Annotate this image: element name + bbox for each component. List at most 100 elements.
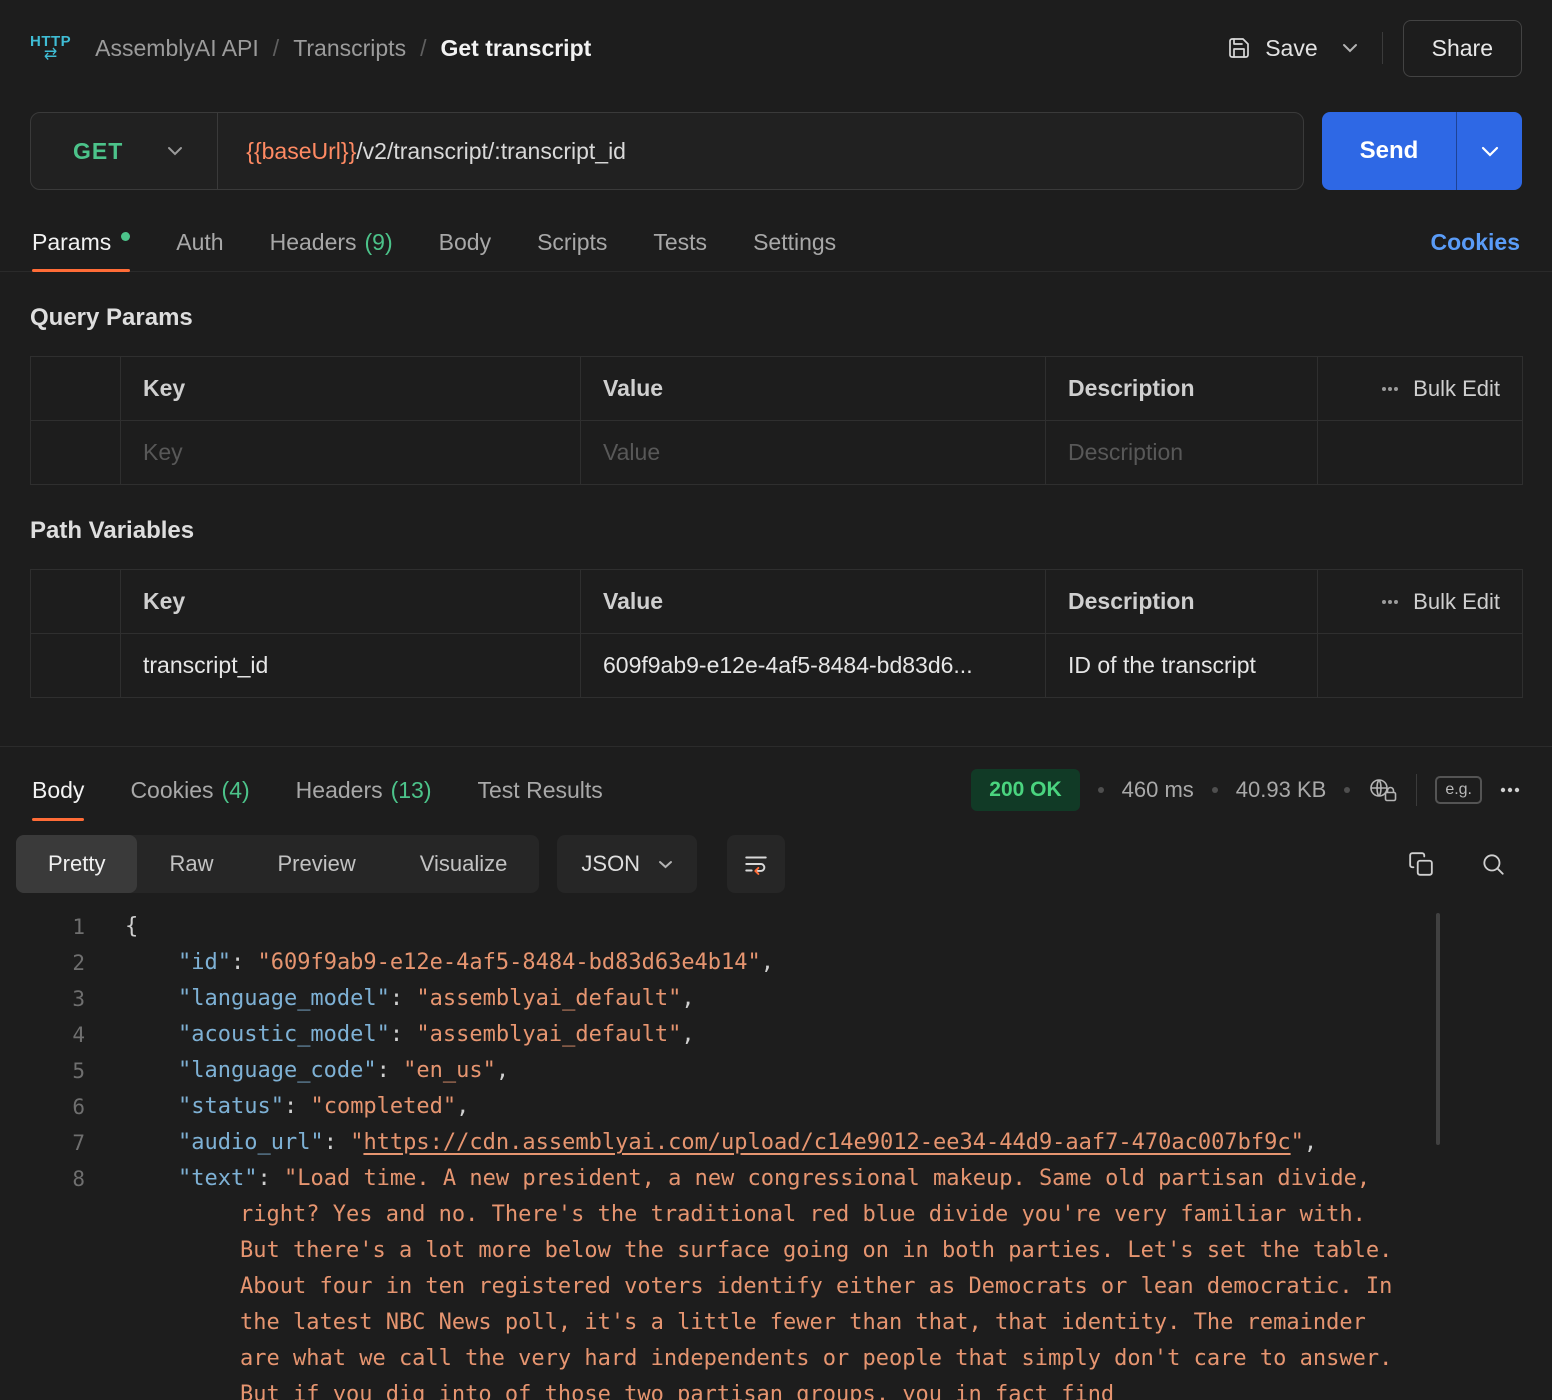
value-input[interactable]: Value bbox=[581, 421, 1046, 485]
network-globe-lock-icon[interactable] bbox=[1368, 777, 1398, 803]
meta-dot-separator bbox=[1212, 787, 1218, 793]
bulk-edit-cell: Bulk Edit bbox=[1318, 570, 1523, 634]
search-response-icon[interactable] bbox=[1480, 851, 1506, 877]
response-tab-headers-label: Headers bbox=[296, 777, 383, 804]
description-input[interactable]: ID of the transcript bbox=[1046, 634, 1318, 698]
wrap-line-icon bbox=[743, 851, 769, 877]
code-line-text: "acoustic_model": "assemblyai_default", bbox=[125, 1017, 695, 1053]
row-actions bbox=[1318, 421, 1523, 485]
line-number: 5 bbox=[0, 1053, 85, 1089]
key-input[interactable]: Key bbox=[121, 421, 581, 485]
value-input[interactable]: 609f9ab9-e12e-4af5-8484-bd83d6... bbox=[581, 634, 1046, 698]
response-tab-test-results[interactable]: Test Results bbox=[478, 747, 603, 833]
tab-params-label: Params bbox=[32, 229, 111, 256]
format-chevron-down-icon bbox=[658, 860, 673, 869]
response-tab-body-label: Body bbox=[32, 777, 84, 804]
format-dropdown-label: JSON bbox=[581, 851, 640, 877]
breadcrumb-separator: / bbox=[420, 35, 426, 62]
bulk-edit-label: Bulk Edit bbox=[1413, 589, 1500, 615]
line-number: 3 bbox=[0, 981, 85, 1017]
tab-tests[interactable]: Tests bbox=[653, 214, 707, 271]
breadcrumb-folder[interactable]: Transcripts bbox=[293, 35, 406, 62]
line-number: 4 bbox=[0, 1017, 85, 1053]
description-input[interactable]: Description bbox=[1046, 421, 1318, 485]
response-toolbar: Pretty Raw Preview Visualize JSON bbox=[0, 835, 1552, 893]
view-preview-button[interactable]: Preview bbox=[245, 835, 387, 893]
line-number: 7 bbox=[0, 1125, 85, 1161]
code-scrollbar-thumb[interactable] bbox=[1436, 913, 1440, 1145]
key-input[interactable]: transcript_id bbox=[121, 634, 581, 698]
copy-response-icon[interactable] bbox=[1408, 851, 1434, 877]
code-line-text: "id": "609f9ab9-e12e-4af5-8484-bd83d63e4… bbox=[125, 945, 774, 981]
code-line: 8 "text": "Load time. A new president, a… bbox=[0, 1161, 1552, 1400]
response-tab-cookies[interactable]: Cookies (4) bbox=[130, 747, 249, 833]
column-header-key: Key bbox=[121, 570, 581, 634]
bulk-edit-label: Bulk Edit bbox=[1413, 376, 1500, 402]
tab-settings[interactable]: Settings bbox=[753, 214, 836, 271]
method-chevron-down-icon bbox=[167, 146, 183, 156]
url-variable: {{baseUrl}} bbox=[246, 138, 356, 164]
share-button[interactable]: Share bbox=[1403, 20, 1522, 77]
request-tabs: Params Auth Headers (9) Body Scripts Tes… bbox=[0, 214, 1552, 272]
url-bar: GET {{baseUrl}}/v2/transcript/:transcrip… bbox=[30, 112, 1304, 190]
response-tab-headers[interactable]: Headers (13) bbox=[296, 747, 432, 833]
tab-body[interactable]: Body bbox=[439, 214, 491, 271]
format-dropdown[interactable]: JSON bbox=[557, 835, 697, 893]
code-lines: 1{2 "id": "609f9ab9-e12e-4af5-8484-bd83d… bbox=[0, 909, 1552, 1400]
request-url-row: GET {{baseUrl}}/v2/transcript/:transcrip… bbox=[30, 112, 1522, 190]
column-header-description: Description bbox=[1046, 357, 1318, 421]
method-dropdown[interactable]: GET bbox=[31, 113, 217, 189]
query-params-table: Key Value Description Bulk Edit Key Valu… bbox=[30, 356, 1523, 485]
tab-settings-label: Settings bbox=[753, 229, 836, 256]
http-request-icon: HTTP ⇄ bbox=[30, 34, 71, 63]
more-options-icon bbox=[1381, 599, 1399, 605]
table-header-row: Key Value Description Bulk Edit bbox=[31, 357, 1523, 421]
example-badge[interactable]: e.g. bbox=[1435, 776, 1482, 804]
save-options-chevron-down-icon[interactable] bbox=[1338, 37, 1362, 59]
view-visualize-button[interactable]: Visualize bbox=[388, 835, 540, 893]
view-pretty-button[interactable]: Pretty bbox=[16, 835, 137, 893]
more-options-icon bbox=[1381, 386, 1399, 392]
topbar: HTTP ⇄ AssemblyAI API / Transcripts / Ge… bbox=[0, 0, 1552, 96]
line-number: 1 bbox=[0, 909, 85, 945]
code-line-text: { bbox=[125, 909, 138, 945]
response-cookies-count: (4) bbox=[222, 777, 250, 804]
response-tab-body[interactable]: Body bbox=[32, 747, 84, 833]
view-raw-button[interactable]: Raw bbox=[137, 835, 245, 893]
response-more-options-icon[interactable] bbox=[1500, 787, 1520, 793]
bulk-edit-button[interactable]: Bulk Edit bbox=[1340, 376, 1500, 402]
breadcrumb-collection[interactable]: AssemblyAI API bbox=[95, 35, 259, 62]
query-params-title: Query Params bbox=[30, 304, 1522, 332]
row-handle-column bbox=[31, 570, 121, 634]
send-options-chevron-down-icon[interactable] bbox=[1456, 112, 1522, 190]
bulk-edit-button[interactable]: Bulk Edit bbox=[1340, 589, 1500, 615]
save-button[interactable]: Save bbox=[1227, 35, 1317, 62]
code-line-text: "text": "Load time. A new president, a n… bbox=[125, 1161, 1395, 1400]
send-button[interactable]: Send bbox=[1322, 112, 1456, 190]
tab-auth[interactable]: Auth bbox=[176, 214, 223, 271]
response-tab-test-results-label: Test Results bbox=[478, 777, 603, 804]
path-variable-row: transcript_id 609f9ab9-e12e-4af5-8484-bd… bbox=[31, 634, 1523, 698]
code-line-text: "language_model": "assemblyai_default", bbox=[125, 981, 695, 1017]
url-input[interactable]: {{baseUrl}}/v2/transcript/:transcript_id bbox=[218, 138, 626, 165]
tab-params[interactable]: Params bbox=[32, 214, 130, 271]
row-handle bbox=[31, 634, 121, 698]
response-body-code: 1{2 "id": "609f9ab9-e12e-4af5-8484-bd83d… bbox=[0, 909, 1552, 1400]
meta-dot-separator bbox=[1344, 787, 1350, 793]
code-line: 5 "language_code": "en_us", bbox=[0, 1053, 1552, 1089]
response-tabs: Body Cookies (4) Headers (13) Test Resul… bbox=[0, 747, 1552, 833]
tab-headers[interactable]: Headers (9) bbox=[270, 214, 393, 271]
column-header-key: Key bbox=[121, 357, 581, 421]
tab-scripts[interactable]: Scripts bbox=[537, 214, 607, 271]
query-param-empty-row: Key Value Description bbox=[31, 421, 1523, 485]
code-line: 3 "language_model": "assemblyai_default"… bbox=[0, 981, 1552, 1017]
line-number: 8 bbox=[0, 1161, 85, 1400]
code-line-text: "audio_url": "https://cdn.assemblyai.com… bbox=[125, 1125, 1317, 1161]
line-number: 6 bbox=[0, 1089, 85, 1125]
response-headers-count: (13) bbox=[391, 777, 432, 804]
cookies-link[interactable]: Cookies bbox=[1431, 214, 1520, 271]
tab-body-label: Body bbox=[439, 229, 491, 256]
wrap-line-toggle[interactable] bbox=[727, 835, 785, 893]
path-variables-title: Path Variables bbox=[30, 517, 1522, 545]
code-line: 1{ bbox=[0, 909, 1552, 945]
